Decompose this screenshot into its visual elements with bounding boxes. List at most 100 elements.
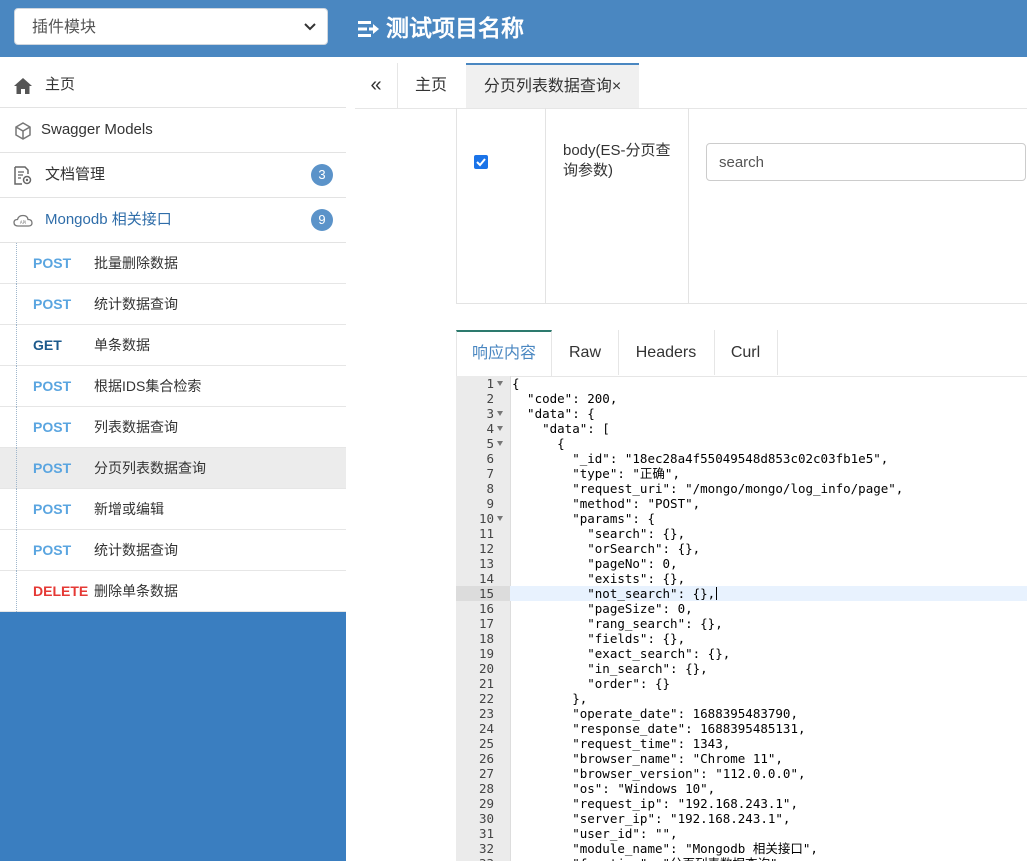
api-item[interactable]: POST 列表数据查询 (0, 407, 346, 448)
text-cursor (716, 587, 717, 600)
api-item[interactable]: POST 根据IDS集合检索 (0, 366, 346, 407)
code-line: 15 "not_search": {}, (456, 586, 1027, 601)
document-settings-icon (14, 166, 32, 185)
menu-toggle-icon[interactable] (358, 19, 380, 39)
code-text: "in_search": {}, (512, 661, 708, 676)
count-badge: 9 (311, 209, 333, 231)
api-name: 批量删除数据 (94, 255, 178, 271)
line-number: 23 (478, 706, 494, 721)
code-text: "_id": "18ec28a4f55049548d853c02c03fb1e5… (512, 451, 889, 466)
code-text: "code": 200, (512, 391, 618, 406)
code-text: "response_date": 1688395485131, (512, 721, 806, 736)
tab-curl[interactable]: Curl (714, 330, 778, 375)
line-number: 25 (478, 736, 494, 751)
line-number: 15 (478, 586, 494, 601)
sidebar-item-doc-management[interactable]: 文档管理 3 (0, 153, 346, 198)
sidebar-item-label: Mongodb 相关接口 (45, 211, 172, 228)
code-line: 27 "browser_version": "112.0.0.0", (456, 766, 1027, 781)
line-number: 1 (486, 376, 494, 391)
code-text: "not_search": {}, (512, 586, 716, 601)
line-number: 17 (478, 616, 494, 631)
code-line: 29 "request_ip": "192.168.243.1", (456, 796, 1027, 811)
api-name: 列表数据查询 (94, 419, 178, 435)
code-line: 8 "request_uri": "/mongo/mongo/log_info/… (456, 481, 1027, 496)
line-number: 31 (478, 826, 494, 841)
code-text: "server_ip": "192.168.243.1", (512, 811, 791, 826)
svg-text:API: API (20, 220, 26, 225)
param-checkbox[interactable] (474, 155, 488, 169)
code-line: 18 "fields": {}, (456, 631, 1027, 646)
code-line: 3 "data": { (456, 406, 1027, 421)
project-title: 测试项目名称 (358, 0, 524, 57)
code-text: "exact_search": {}, (512, 646, 731, 661)
sidebar-item-mongodb[interactable]: API Mongodb 相关接口 9 (0, 198, 346, 243)
code-line: 6 "_id": "18ec28a4f55049548d853c02c03fb1… (456, 451, 1027, 466)
code-text: "operate_date": 1688395483790, (512, 706, 798, 721)
table-divider (688, 108, 689, 303)
tab-headers[interactable]: Headers (618, 330, 715, 375)
code-text: }, (512, 691, 588, 706)
api-name: 新增或编辑 (94, 501, 164, 517)
chevron-down-icon (304, 23, 316, 31)
tab-current-api[interactable]: 分页列表数据查询× (466, 63, 639, 108)
code-line: 25 "request_time": 1343, (456, 736, 1027, 751)
code-line: 21 "order": {} (456, 676, 1027, 691)
response-tabs: 响应内容 Raw Headers Curl (456, 330, 1027, 377)
code-line: 4 "data": [ (456, 421, 1027, 436)
code-line: 7 "type": "正确", (456, 466, 1027, 481)
module-select[interactable]: 插件模块 (14, 8, 328, 45)
code-text: { (512, 376, 520, 391)
code-text: "exists": {}, (512, 571, 686, 586)
code-text: "search": {}, (512, 526, 686, 541)
tab-response-content[interactable]: 响应内容 (456, 330, 552, 376)
api-item[interactable]: POST 新增或编辑 (0, 489, 346, 530)
line-number: 12 (478, 541, 494, 556)
collapse-tabs-button[interactable]: « (355, 63, 398, 108)
code-text: "function": "分页列表数据查询", (512, 856, 785, 861)
project-title-text: 测试项目名称 (386, 15, 524, 41)
code-text: "type": "正确", (512, 466, 680, 481)
tab-bar: « 主页 分页列表数据查询× (355, 63, 1027, 109)
code-line: 1{ (456, 376, 1027, 391)
param-value-input[interactable] (706, 143, 1026, 181)
code-text: "pageSize": 0, (512, 601, 693, 616)
line-number: 27 (478, 766, 494, 781)
fold-arrow-icon[interactable] (497, 381, 503, 386)
tab-home[interactable]: 主页 (398, 63, 464, 108)
code-line: 11 "search": {}, (456, 526, 1027, 541)
fold-arrow-icon[interactable] (497, 441, 503, 446)
response-code-editor[interactable]: 1{2 "code": 200, 3 "data": {4 "data": [5 … (456, 376, 1027, 861)
fold-arrow-icon[interactable] (497, 411, 503, 416)
line-number: 9 (486, 496, 494, 511)
code-text: "browser_version": "112.0.0.0", (512, 766, 806, 781)
tab-raw[interactable]: Raw (552, 330, 619, 375)
sidebar-item-home[interactable]: 主页 (0, 63, 346, 108)
sidebar-item-label: 文档管理 (45, 166, 106, 183)
api-item[interactable]: POST 统计数据查询 (0, 530, 346, 571)
sidebar: 主页 Swagger Models 文档管理 3 API Mongodb 相关接… (0, 63, 346, 861)
sidebar-item-swagger-models[interactable]: Swagger Models (0, 108, 346, 153)
api-name: 统计数据查询 (94, 542, 178, 558)
code-text: "module_name": "Mongodb 相关接口", (512, 841, 818, 856)
http-method-label: POST (33, 501, 72, 517)
api-item[interactable]: POST 统计数据查询 (0, 284, 346, 325)
code-text: "pageNo": 0, (512, 556, 678, 571)
line-number: 24 (478, 721, 494, 736)
code-line: 26 "browser_name": "Chrome 11", (456, 751, 1027, 766)
api-item[interactable]: POST 批量删除数据 (0, 243, 346, 284)
line-number: 14 (478, 571, 494, 586)
http-method-label: POST (33, 542, 72, 558)
code-line: 17 "rang_search": {}, (456, 616, 1027, 631)
line-number: 16 (478, 601, 494, 616)
fold-arrow-icon[interactable] (497, 426, 503, 431)
api-item[interactable]: GET 单条数据 (0, 325, 346, 366)
line-number: 13 (478, 556, 494, 571)
fold-arrow-icon[interactable] (497, 516, 503, 521)
api-item[interactable]: POST 分页列表数据查询 (0, 448, 346, 489)
line-number: 3 (486, 406, 494, 421)
api-item[interactable]: DELETE 删除单条数据 (0, 571, 346, 612)
sidebar-list: 主页 Swagger Models 文档管理 3 API Mongodb 相关接… (0, 63, 346, 612)
code-line: 16 "pageSize": 0, (456, 601, 1027, 616)
line-number: 10 (478, 511, 494, 526)
line-number: 21 (478, 676, 494, 691)
